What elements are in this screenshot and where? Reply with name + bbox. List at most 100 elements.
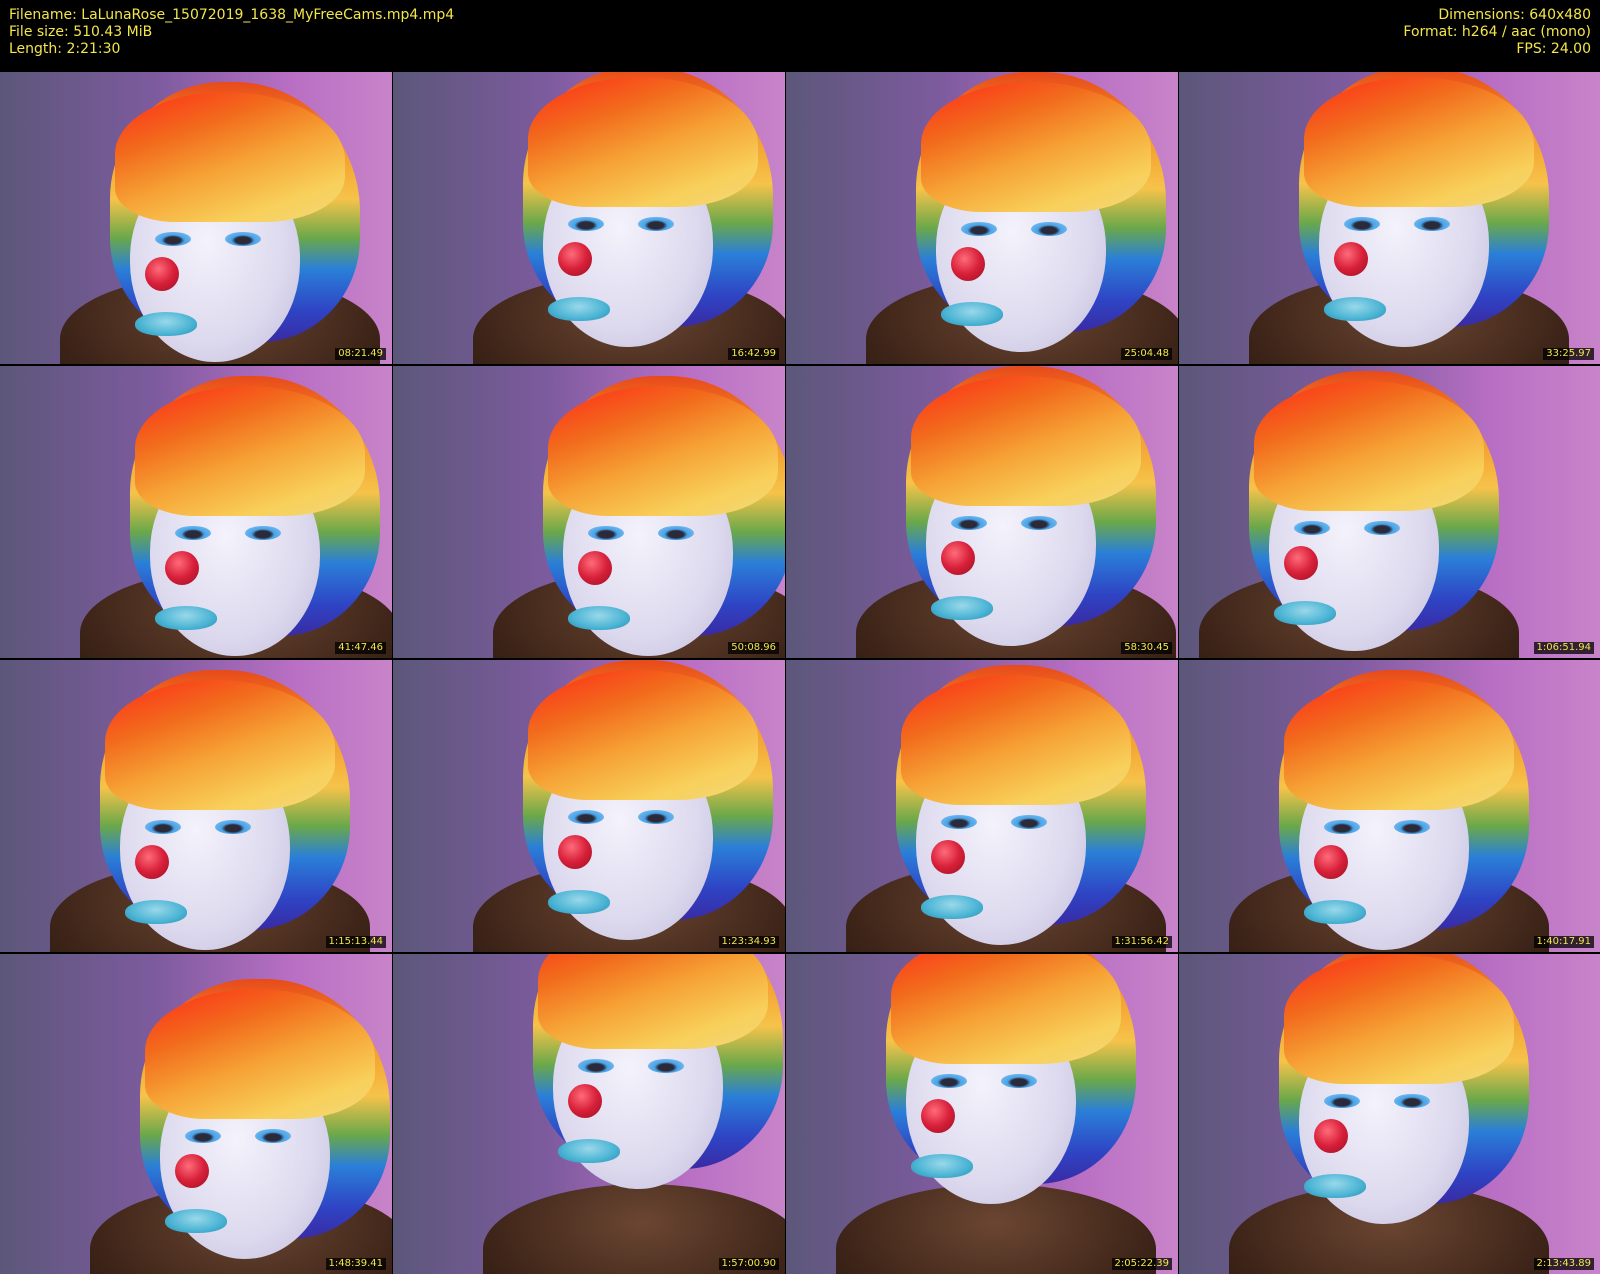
video-thumbnail: 1:15:13.44 xyxy=(0,660,392,952)
red-nose xyxy=(165,551,199,585)
frame-image xyxy=(0,660,392,952)
eye-left xyxy=(145,820,181,834)
eye-right xyxy=(1364,521,1400,535)
eye-left xyxy=(931,1074,967,1088)
red-nose xyxy=(1314,845,1348,879)
blue-lips xyxy=(1304,1174,1366,1198)
red-nose xyxy=(135,845,169,879)
red-nose xyxy=(568,1084,602,1118)
red-nose xyxy=(558,242,592,276)
blue-lips xyxy=(558,1139,620,1163)
red-nose xyxy=(921,1099,955,1133)
eye-left xyxy=(175,526,211,540)
eye-right xyxy=(225,232,261,246)
red-nose xyxy=(1284,546,1318,580)
video-thumbnail: 1:57:00.90 xyxy=(393,954,785,1274)
eye-right xyxy=(245,526,281,540)
frame-timestamp: 1:23:34.93 xyxy=(718,936,779,948)
frame-image xyxy=(393,366,785,658)
frame-timestamp: 1:06:51.94 xyxy=(1533,642,1594,654)
eye-right xyxy=(1001,1074,1037,1088)
frame-image xyxy=(1179,660,1600,952)
video-thumbnail: 1:40:17.91 xyxy=(1179,660,1600,952)
frame-image xyxy=(393,954,785,1274)
video-thumbnail: 16:42.99 xyxy=(393,72,785,364)
video-thumbnail: 2:05:22.39 xyxy=(786,954,1178,1274)
eye-left xyxy=(1344,217,1380,231)
video-thumbnail: 1:31:56.42 xyxy=(786,660,1178,952)
wig-bangs xyxy=(901,675,1131,805)
frame-timestamp: 1:48:39.41 xyxy=(325,1258,386,1270)
blue-lips xyxy=(1304,900,1366,924)
video-thumbnail: 08:21.49 xyxy=(0,72,392,364)
wig-bangs xyxy=(911,376,1141,506)
frame-image xyxy=(393,660,785,952)
frame-timestamp: 41:47.46 xyxy=(335,642,386,654)
red-nose xyxy=(175,1154,209,1188)
eye-left xyxy=(1324,820,1360,834)
video-thumbnail: 50:08.96 xyxy=(393,366,785,658)
video-thumbnail: 1:23:34.93 xyxy=(393,660,785,952)
eye-right xyxy=(1414,217,1450,231)
thumbnail-grid: 08:21.49 16:42.99 25:04.48 33:25.97 41:47.46… xyxy=(0,72,1600,1274)
video-thumbnail: 1:06:51.94 xyxy=(1179,366,1600,658)
video-thumbnail: 58:30.45 xyxy=(786,366,1178,658)
eye-right xyxy=(1031,222,1067,236)
eye-left xyxy=(155,232,191,246)
frame-timestamp: 50:08.96 xyxy=(728,642,779,654)
info-header: Filename: LaLunaRose_15072019_1638_MyFre… xyxy=(0,0,1600,72)
frame-timestamp: 58:30.45 xyxy=(1121,642,1172,654)
wig-bangs xyxy=(528,670,758,800)
format-line: Format: h264 / aac (mono) xyxy=(1403,24,1591,40)
blue-lips xyxy=(155,606,217,630)
eye-right xyxy=(255,1129,291,1143)
video-info: Dimensions: 640x480 Format: h264 / aac (… xyxy=(1403,7,1591,58)
frame-timestamp: 25:04.48 xyxy=(1121,348,1172,360)
eye-left xyxy=(588,526,624,540)
frame-image xyxy=(0,954,392,1274)
wig-bangs xyxy=(891,954,1121,1064)
red-nose xyxy=(941,541,975,575)
eye-right xyxy=(658,526,694,540)
eye-right xyxy=(215,820,251,834)
blue-lips xyxy=(941,302,1003,326)
frame-timestamp: 2:13:43.89 xyxy=(1533,1258,1594,1270)
frame-timestamp: 1:40:17.91 xyxy=(1533,936,1594,948)
blue-lips xyxy=(125,900,187,924)
eye-right xyxy=(1394,820,1430,834)
frame-image xyxy=(786,954,1178,1274)
eye-right xyxy=(1011,815,1047,829)
frame-timestamp: 16:42.99 xyxy=(728,348,779,360)
frame-image xyxy=(1179,72,1600,364)
wig-bangs xyxy=(1284,954,1514,1084)
eye-right xyxy=(1021,516,1057,530)
video-thumbnail: 2:13:43.89 xyxy=(1179,954,1600,1274)
red-nose xyxy=(578,551,612,585)
frame-image xyxy=(786,366,1178,658)
eye-left xyxy=(1324,1094,1360,1108)
frame-image xyxy=(1179,954,1600,1274)
blue-lips xyxy=(1274,601,1336,625)
red-nose xyxy=(1314,1119,1348,1153)
frame-image xyxy=(393,72,785,364)
frame-timestamp: 08:21.49 xyxy=(335,348,386,360)
wig-bangs xyxy=(921,82,1151,212)
blue-lips xyxy=(1324,297,1386,321)
blue-lips xyxy=(548,890,610,914)
frame-image xyxy=(786,660,1178,952)
eye-left xyxy=(941,815,977,829)
file-info: Filename: LaLunaRose_15072019_1638_MyFre… xyxy=(9,7,454,58)
eye-right xyxy=(1394,1094,1430,1108)
eye-left xyxy=(185,1129,221,1143)
eye-left xyxy=(961,222,997,236)
frame-image xyxy=(0,72,392,364)
wig-bangs xyxy=(528,77,758,207)
video-thumbnail: 1:48:39.41 xyxy=(0,954,392,1274)
frame-timestamp: 1:57:00.90 xyxy=(718,1258,779,1270)
frame-image xyxy=(1179,366,1600,658)
red-nose xyxy=(931,840,965,874)
eye-right xyxy=(648,1059,684,1073)
eye-left xyxy=(568,810,604,824)
eye-left xyxy=(1294,521,1330,535)
video-thumbnail: 41:47.46 xyxy=(0,366,392,658)
